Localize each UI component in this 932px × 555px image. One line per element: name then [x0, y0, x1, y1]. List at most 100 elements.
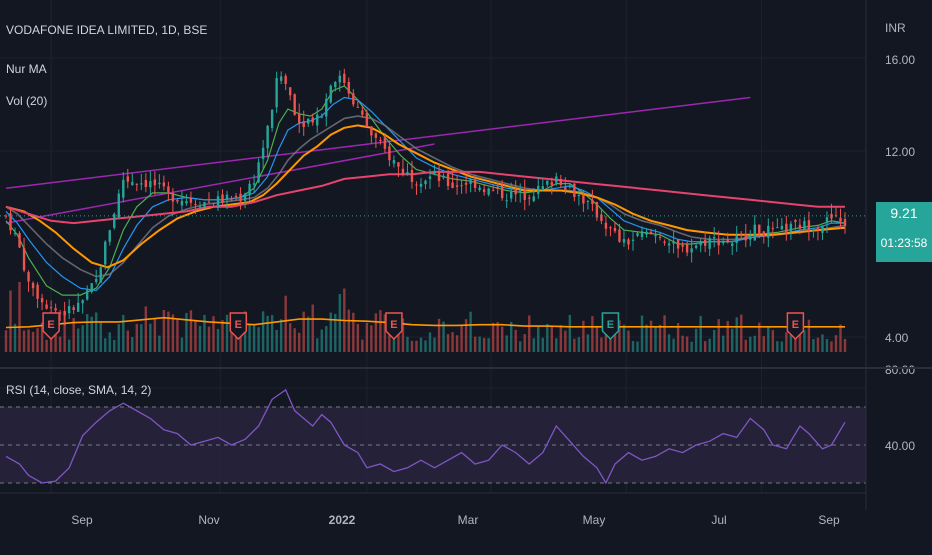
candle-body	[735, 235, 738, 243]
time-tick-label: Jul	[711, 513, 726, 527]
candle-body	[789, 223, 793, 232]
ma-indicator-label[interactable]: Nur MA	[6, 62, 47, 76]
candle-body	[293, 94, 296, 115]
chart-svg[interactable]: E E E E E 16.00 12.00 4.00 80.00 40.00 Sep Nov 2022…	[0, 0, 932, 550]
candle-body	[681, 245, 684, 247]
volume-bar	[428, 332, 432, 352]
volume-bar	[568, 314, 572, 352]
volume-bar	[496, 322, 499, 352]
candle-body	[365, 112, 369, 127]
candle-body	[153, 179, 157, 186]
rsi-band-layer	[0, 406, 866, 484]
candle-body	[807, 220, 811, 232]
candle-body	[104, 241, 107, 265]
candle-body	[821, 225, 824, 233]
volume-bar	[252, 325, 256, 352]
rsi-tick-label: 80.00	[885, 363, 915, 377]
candle-body	[221, 194, 224, 203]
rsi-indicator-label[interactable]: RSI (14, close, SMA, 14, 2)	[6, 383, 151, 397]
candle-body	[586, 201, 590, 203]
moving-average-layer	[5, 85, 846, 296]
volume-bar	[162, 309, 166, 352]
candle-body	[167, 186, 170, 192]
volume-bar	[140, 324, 143, 352]
volume-bar	[153, 318, 157, 352]
candle-body	[496, 186, 499, 189]
candle-body	[225, 194, 229, 200]
volume-indicator-label[interactable]: Vol (20)	[6, 94, 47, 108]
chart-title[interactable]: VODAFONE IDEA LIMITED, 1D, BSE	[6, 23, 207, 37]
candle-body	[780, 225, 784, 230]
candle-body	[158, 182, 161, 185]
volume-bar	[58, 336, 62, 352]
volume-bar	[279, 319, 283, 352]
candle-body	[437, 172, 441, 181]
candle-body	[464, 182, 468, 185]
volume-bar	[600, 337, 603, 352]
candle-body	[162, 182, 166, 187]
volume-bar	[690, 341, 693, 352]
candle-body	[676, 239, 680, 249]
candle-body	[627, 239, 630, 245]
earnings-marker-label: E	[235, 319, 242, 331]
candle-body	[406, 172, 409, 175]
volume-bar	[437, 318, 441, 352]
volume-bar	[636, 341, 639, 352]
volume-bar	[681, 335, 684, 352]
candle-body	[135, 183, 139, 185]
volume-bar	[113, 339, 116, 352]
candle-body	[478, 187, 481, 191]
candle-body	[825, 217, 829, 223]
volume-bar	[694, 328, 698, 352]
volume-bar	[374, 313, 378, 352]
candle-body	[726, 239, 729, 243]
volume-bar	[627, 330, 630, 352]
candle-body	[785, 223, 788, 234]
volume-bar	[379, 310, 382, 352]
candle-body	[591, 199, 594, 205]
candle-body	[307, 118, 310, 124]
volume-bar	[126, 330, 129, 352]
candle-body	[767, 225, 770, 238]
volume-bar	[717, 319, 720, 352]
volume-bar	[347, 309, 351, 352]
volume-bar	[302, 311, 305, 352]
volume-bar	[537, 326, 540, 352]
currency-label: INR	[885, 21, 906, 35]
volume-bar	[582, 320, 585, 352]
candle-body	[185, 201, 188, 204]
volume-bar	[424, 340, 427, 352]
candle-body	[609, 227, 612, 229]
candle-body	[419, 183, 423, 187]
volume-bar	[825, 339, 829, 352]
volume-bar	[816, 337, 820, 352]
price-tick-label: 16.00	[885, 53, 915, 67]
candle-body	[491, 189, 495, 191]
volume-bar	[365, 322, 369, 352]
volume-bar	[731, 328, 734, 352]
candle-body	[613, 227, 617, 232]
candle-body	[514, 189, 517, 195]
candle-body	[505, 200, 508, 202]
rsi-tick-label: 40.00	[885, 439, 915, 453]
volume-bar	[722, 335, 725, 352]
candle-body	[744, 233, 747, 241]
candle-body	[67, 306, 71, 314]
candle-body	[749, 238, 752, 240]
candle-body	[740, 233, 743, 235]
candle-body	[771, 227, 775, 229]
volume-bar	[505, 335, 508, 352]
candle-body	[482, 189, 486, 193]
candle-body	[176, 200, 179, 202]
volume-bar	[320, 329, 323, 352]
candle-body	[383, 137, 387, 149]
candle-body	[131, 182, 134, 186]
volume-bar	[4, 330, 8, 352]
candle-body	[523, 189, 526, 200]
volume-bar	[18, 282, 21, 352]
volume-bar	[640, 315, 644, 352]
candle-body	[338, 75, 341, 83]
volume-bar	[144, 306, 148, 352]
candle-body	[708, 238, 711, 249]
volume-bar	[221, 320, 224, 352]
